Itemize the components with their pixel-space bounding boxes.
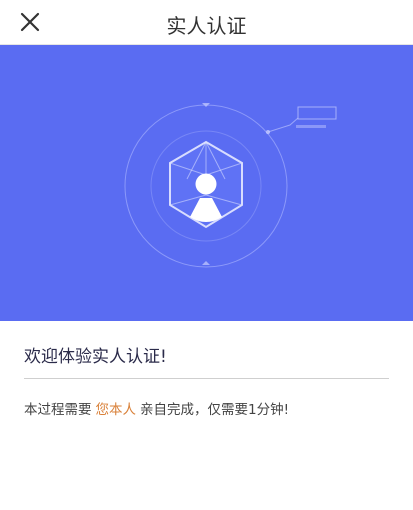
main-content: 欢迎体验实人认证! 本过程需要 您本人 亲自完成，仅需要1分钟! (0, 342, 413, 418)
welcome-heading: 欢迎体验实人认证! (24, 347, 167, 367)
hero-banner (0, 45, 413, 321)
instruction-prefix: 本过程需要 (24, 402, 92, 418)
nav-bar: 实人认证 (0, 0, 413, 45)
page-title: 实人认证 (166, 14, 247, 38)
face-verification-illustration (0, 45, 413, 321)
instruction-text: 本过程需要 您本人 亲自完成，仅需要1分钟! (24, 398, 389, 418)
divider (24, 378, 389, 379)
instruction-suffix: 亲自完成，仅需要1分钟! (140, 402, 290, 418)
instruction-highlight: 您本人 (95, 402, 137, 418)
